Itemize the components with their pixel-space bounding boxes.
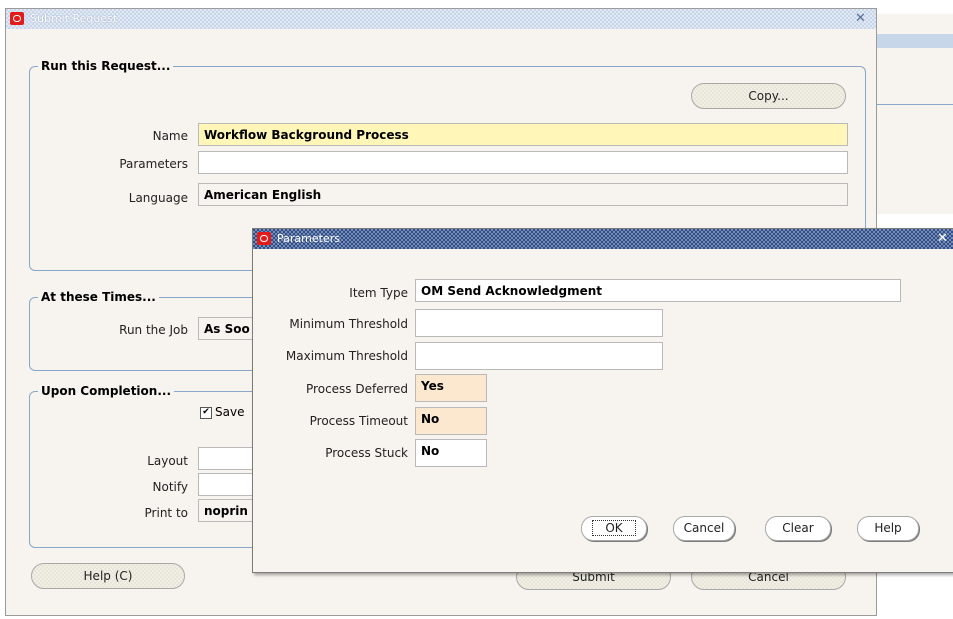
name-label: Name <box>152 129 188 143</box>
language-field[interactable]: American English <box>198 183 848 206</box>
close-icon[interactable]: ✕ <box>937 231 948 246</box>
min-threshold-label: Minimum Threshold <box>289 317 408 331</box>
parameters-titlebar[interactable]: Parameters ✕ <box>253 229 953 249</box>
param-help-button[interactable]: Help <box>857 516 919 541</box>
max-threshold-field[interactable] <box>415 342 663 370</box>
min-threshold-field[interactable] <box>415 309 663 337</box>
max-threshold-label: Maximum Threshold <box>285 349 408 363</box>
close-icon[interactable]: ✕ <box>855 11 866 26</box>
run-request-legend: Run this Request... <box>38 59 174 73</box>
times-legend: At these Times... <box>38 290 159 304</box>
run-job-field[interactable]: As Soo <box>198 317 258 340</box>
name-field[interactable]: Workflow Background Process <box>198 123 848 146</box>
process-timeout-label: Process Timeout <box>309 414 408 428</box>
print-to-label: Print to <box>144 506 188 520</box>
help-button[interactable]: Help (C) <box>31 563 185 589</box>
process-stuck-label: Process Stuck <box>325 446 408 460</box>
language-label: Language <box>128 191 188 205</box>
completion-legend: Upon Completion... <box>38 384 175 398</box>
print-to-field[interactable]: noprin <box>198 499 258 522</box>
parameters-title: Parameters <box>277 232 340 245</box>
notify-field[interactable] <box>198 473 258 496</box>
process-deferred-label: Process Deferred <box>306 382 408 396</box>
parameters-field[interactable] <box>198 151 848 174</box>
submit-request-titlebar[interactable]: Submit Request ✕ <box>6 9 876 29</box>
copy-button[interactable]: Copy... <box>691 83 846 109</box>
window-title: Submit Request <box>30 12 118 25</box>
layout-field[interactable] <box>198 447 258 470</box>
clear-button[interactable]: Clear <box>765 516 831 541</box>
ok-button[interactable]: OK <box>581 516 647 541</box>
item-type-label: Item Type <box>349 286 408 300</box>
save-checkbox[interactable]: ✔ <box>200 407 212 419</box>
process-timeout-field[interactable]: No <box>415 407 487 435</box>
oracle-logo-icon <box>10 12 24 25</box>
parameters-dialog: Parameters ✕ Item Type OM Send Acknowled… <box>252 228 953 573</box>
run-job-label: Run the Job <box>119 323 188 337</box>
process-deferred-field[interactable]: Yes <box>415 374 487 402</box>
oracle-logo-icon <box>257 232 271 245</box>
parameters-label: Parameters <box>119 157 188 171</box>
item-type-field[interactable]: OM Send Acknowledgment <box>415 279 901 302</box>
save-checkbox-label: Save <box>215 405 245 419</box>
param-cancel-button[interactable]: Cancel <box>673 516 735 541</box>
layout-label: Layout <box>147 454 188 468</box>
ok-button-label: OK <box>592 520 636 536</box>
notify-label: Notify <box>152 480 188 494</box>
process-stuck-field[interactable]: No <box>415 439 487 467</box>
